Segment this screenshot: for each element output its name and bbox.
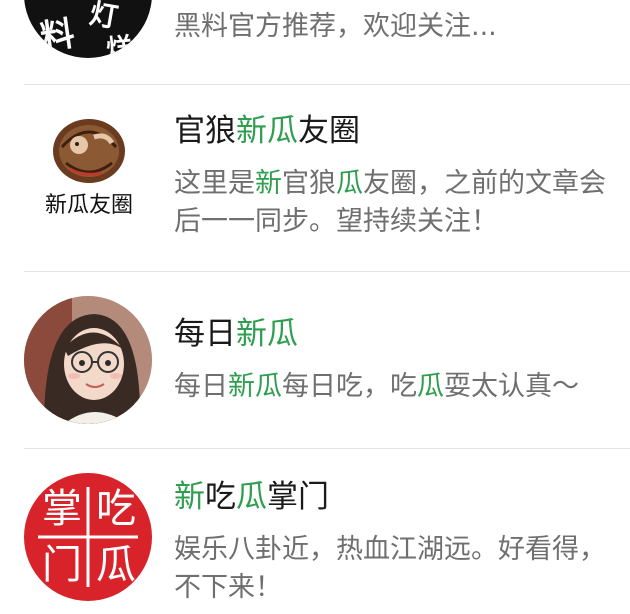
account-avatar: 新瓜友圈 <box>24 107 154 237</box>
account-description: 每日新瓜每日吃，吃瓜耍太认真～ <box>174 371 579 402</box>
account-description: 娱乐八卦近，热血江湖远。好看得， 不下来！ <box>174 534 606 603</box>
seal-char: 掌 <box>42 486 82 532</box>
account-name: 每日新瓜 <box>174 316 298 352</box>
girl-portrait-icon <box>24 296 152 424</box>
account-description: 黑料官方推荐，欢迎关注... <box>174 11 497 42</box>
account-avatar <box>24 296 152 424</box>
account-avatar: 掌 吃 门 瓜 <box>24 473 152 601</box>
account-name: 官狼新瓜友圈 <box>174 113 360 149</box>
list-item-account-1[interactable]: 料 灯 烊 黑料官方推荐，欢迎关注... <box>0 0 630 84</box>
avatar-char: 料 <box>37 13 78 58</box>
account-avatar: 料 灯 烊 <box>24 0 152 58</box>
account-description: 这里是新官狼瓜友圈，之前的文章会 后一一同步。望持续关注！ <box>174 168 606 237</box>
avatar-label: 新瓜友圈 <box>44 193 133 218</box>
list-item-account-2[interactable]: 新瓜友圈 官狼新瓜友圈 这里是新官狼瓜友圈，之前的文章会 后一一同步。望持续关注… <box>0 85 630 271</box>
seal-char: 吃 <box>96 486 136 532</box>
list-item-account-3[interactable]: 每日新瓜 每日新瓜每日吃，吃瓜耍太认真～ <box>0 272 630 448</box>
list-item-account-4[interactable]: 掌 吃 门 瓜 新吃瓜掌门 娱乐八卦近，热血江湖远。好看得， 不下来！ <box>0 449 630 614</box>
account-search-results: 料 灯 烊 黑料官方推荐，欢迎关注... 新瓜友圈 官狼新瓜友圈 这里是新官狼瓜… <box>0 0 630 614</box>
avatar-char: 烊 <box>104 32 134 58</box>
account-name: 新吃瓜掌门 <box>174 479 329 515</box>
seal-char: 瓜 <box>96 542 136 588</box>
seal-char: 门 <box>42 542 82 588</box>
